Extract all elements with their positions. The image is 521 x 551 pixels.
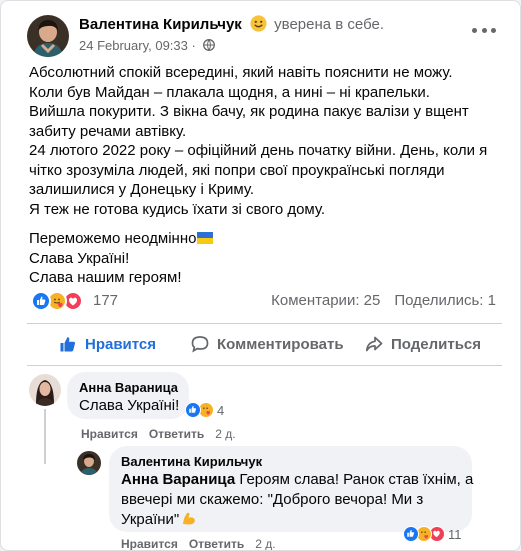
comment-author[interactable]: Анна Вараница bbox=[79, 380, 178, 396]
like-reaction-icon bbox=[31, 291, 51, 311]
comment-reply-button[interactable]: Ответить bbox=[149, 427, 204, 441]
comments-count[interactable]: Коментарии: 25 bbox=[271, 292, 380, 309]
reply-like-button[interactable]: Нравится bbox=[121, 537, 178, 550]
post-text: Абсолютний спокій всередині, який навіть… bbox=[29, 63, 507, 288]
post-line: Абсолютний спокій всередині, який навіть… bbox=[29, 64, 453, 81]
post-line: забиту речами автівку. bbox=[29, 122, 187, 140]
reaction-count[interactable]: 177 bbox=[93, 292, 118, 309]
reply-reactions[interactable]: 11 bbox=[403, 526, 462, 542]
reply-reply-button[interactable]: Ответить bbox=[189, 537, 244, 550]
globe-icon bbox=[203, 39, 216, 51]
reactions-summary: 177 Коментарии: 25 Поделились: 1 bbox=[31, 291, 496, 313]
post-header: Валентина Кирильчук уверена в себе. 24 F… bbox=[27, 13, 506, 57]
share-icon bbox=[365, 336, 383, 352]
comment-reaction-count: 4 bbox=[217, 402, 225, 418]
post-line: Переможемо неодмінно bbox=[29, 229, 507, 249]
post-line: залишилися у Донецьку і Криму. bbox=[29, 181, 255, 198]
thread-line bbox=[44, 409, 46, 464]
ukraine-flag-emoji bbox=[197, 232, 214, 244]
like-reaction-icon bbox=[185, 402, 201, 418]
comment-reactions[interactable]: 4 bbox=[185, 402, 224, 418]
reply-actions: Нравится Ответить 2 д. bbox=[121, 537, 287, 550]
like-button[interactable]: Нравится bbox=[59, 329, 156, 359]
dot-icon bbox=[481, 27, 487, 33]
comment-author[interactable]: Валентина Кирильчук bbox=[121, 454, 460, 470]
smiling-face-emoji bbox=[250, 15, 267, 32]
mention-tag[interactable]: Анна Вараница bbox=[121, 471, 235, 488]
post-line: Коли був Майдан – плакала щодня, а нині … bbox=[29, 83, 430, 101]
post-timestamp[interactable]: 24 February, 09:33 · bbox=[79, 38, 196, 53]
post-line: Слава Україні! bbox=[29, 249, 130, 267]
like-reaction-icon bbox=[403, 526, 419, 542]
reaction-icons[interactable] bbox=[31, 291, 83, 311]
post-action-bar: Нравится Комментировать Поделиться bbox=[27, 329, 502, 359]
reply-bubble: Валентина Кирильчук Анна Вараница Героям… bbox=[109, 446, 474, 532]
comment-actions: Нравится Ответить 2 д. bbox=[81, 427, 247, 441]
post-line: 24 лютого 2022 року – офіційний день поч… bbox=[29, 142, 488, 159]
post-line: Я теж не готова кудись їхати зі свого до… bbox=[29, 200, 326, 218]
shares-count[interactable]: Поделились: 1 bbox=[394, 292, 496, 309]
comment-like-button[interactable]: Нравится bbox=[81, 427, 138, 441]
comment-text: Слава Україні! bbox=[79, 397, 180, 414]
comment-icon bbox=[191, 336, 209, 353]
divider bbox=[27, 323, 502, 324]
reply-reaction-count: 11 bbox=[448, 526, 462, 542]
post-line: Вийшла покурити. З вікна бачу, як родина… bbox=[29, 103, 469, 120]
dot-icon bbox=[491, 27, 496, 33]
comment-time[interactable]: 2 д. bbox=[215, 427, 235, 441]
author-avatar[interactable] bbox=[27, 15, 69, 57]
comment-bubble: Анна Вараница Слава Україні! bbox=[67, 372, 189, 419]
post-line: Слава нашим героям! bbox=[29, 269, 182, 286]
share-button[interactable]: Поделиться bbox=[365, 329, 481, 359]
author-name[interactable]: Валентина Кирильчук bbox=[79, 16, 242, 33]
replier-avatar[interactable] bbox=[77, 451, 101, 475]
comment-button[interactable]: Комментировать bbox=[191, 329, 344, 359]
reply-time[interactable]: 2 д. bbox=[255, 537, 275, 550]
reply-line: Анна Вараница Героям слава! Ранок став ї… bbox=[121, 471, 474, 488]
post-line: чітко зрозуміла людей, які попри свої пр… bbox=[29, 161, 445, 179]
more-options-button[interactable] bbox=[472, 23, 496, 37]
dot-icon bbox=[472, 27, 477, 33]
commenter-avatar[interactable] bbox=[29, 374, 61, 406]
reply-line: ввечері ми скажемо: "Доброго вечора! Ми … bbox=[121, 491, 424, 508]
feeling-text: уверена в себе. bbox=[274, 16, 385, 33]
post-card: Валентина Кирильчук уверена в себе. 24 F… bbox=[0, 0, 521, 551]
thumbs-up-icon bbox=[60, 337, 76, 352]
flexed-biceps-emoji bbox=[183, 512, 196, 525]
divider bbox=[27, 365, 502, 366]
